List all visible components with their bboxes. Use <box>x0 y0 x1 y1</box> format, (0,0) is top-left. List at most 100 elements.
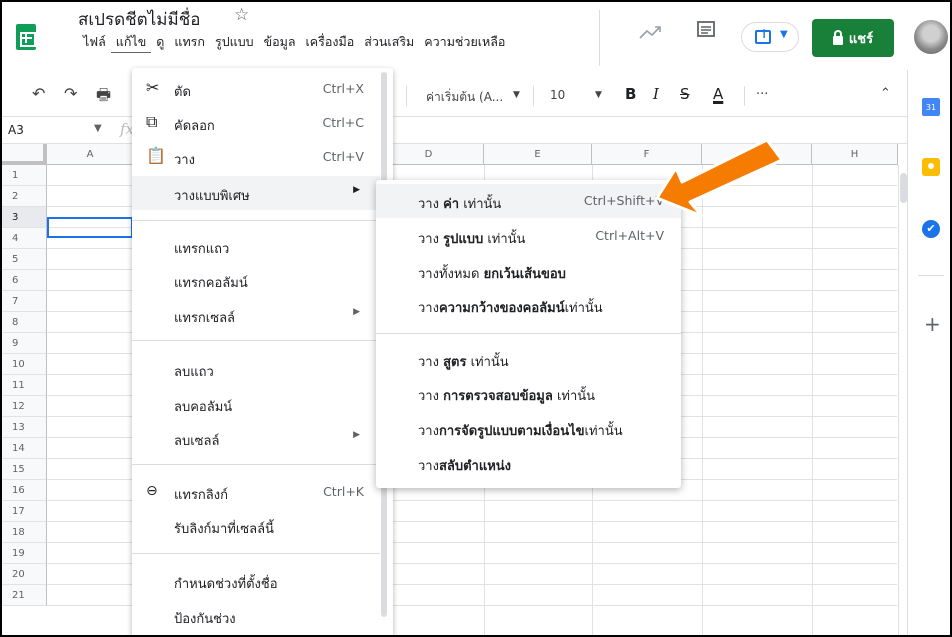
row-header[interactable]: 1 <box>2 165 47 186</box>
menu-view[interactable]: ดู <box>151 32 169 53</box>
column-header-h[interactable]: H <box>812 144 898 165</box>
row-header[interactable]: 11 <box>2 375 47 396</box>
add-addon-icon[interactable]: + <box>924 312 941 336</box>
row-header[interactable]: 6 <box>2 270 47 291</box>
menu-item-label: กำหนดช่วงที่ตั้งชื่อ <box>174 577 278 592</box>
column-header-f[interactable]: F <box>592 144 702 165</box>
submenu-item-paste-column-width[interactable]: วางความกว้างของคอลัมน์เท่านั้น <box>376 288 681 322</box>
menu-item-delete-column[interactable]: ลบคอลัมน์ <box>132 387 380 421</box>
menu-item-paste-special[interactable]: วางแบบพิเศษ ▶ <box>132 176 380 210</box>
menu-help[interactable]: ความช่วยเหลือ <box>419 32 510 53</box>
column-header-g[interactable]: G <box>702 144 812 165</box>
menu-tools[interactable]: เครื่องมือ <box>301 32 360 53</box>
menu-format[interactable]: รูปแบบ <box>210 32 259 53</box>
menu-item-get-link[interactable]: รับลิงก์มาที่เซลล์นี้ <box>132 509 380 543</box>
more-options-button[interactable]: ··· <box>756 87 768 102</box>
comment-icon[interactable] <box>696 20 716 40</box>
sheets-logo-icon[interactable] <box>16 24 36 50</box>
submenu-item-paste-values-only[interactable]: วาง ค่า เท่านั้น Ctrl+Shift+V <box>376 184 681 218</box>
submenu-arrow-icon: ▶ <box>353 307 360 317</box>
undo-icon[interactable]: ↶ <box>32 84 45 103</box>
menu-item-insert-cells[interactable]: แทรกเซลล์ ▶ <box>132 298 380 332</box>
column-header-a[interactable]: A <box>47 144 134 165</box>
bold-button[interactable]: B <box>625 85 636 103</box>
menu-divider <box>132 340 380 341</box>
row-header[interactable]: 10 <box>2 354 47 375</box>
row-header[interactable]: 16 <box>2 480 47 501</box>
row-header[interactable]: 9 <box>2 333 47 354</box>
menu-addons[interactable]: ส่วนเสริม <box>359 32 419 53</box>
menu-item-label: วาง <box>174 153 195 168</box>
chevron-down-icon[interactable]: ▼ <box>595 90 602 100</box>
submenu-item-paste-transpose[interactable]: วางสลับตำแหน่ง <box>376 446 681 480</box>
italic-button[interactable]: I <box>653 85 659 103</box>
row-header[interactable]: 18 <box>2 522 47 543</box>
menu-item-insert-link[interactable]: ⊖ แทรกลิงก์ Ctrl+K <box>132 475 380 509</box>
row-header[interactable]: 4 <box>2 228 47 249</box>
strikethrough-button[interactable]: S <box>680 85 690 103</box>
submenu-item-label: วางสลับตำแหน่ง <box>418 459 512 474</box>
menu-item-delete-row[interactable]: ลบแถว <box>132 352 380 386</box>
menu-item-delete-cells[interactable]: ลบเซลล์ ▶ <box>132 421 380 455</box>
share-label: แชร์ <box>848 31 874 47</box>
submenu-item-paste-format-only[interactable]: วาง รูปแบบ เท่านั้น Ctrl+Alt+V <box>376 219 681 253</box>
row-header[interactable]: 7 <box>2 291 47 312</box>
submenu-item-label: วางการจัดรูปแบบตามเงื่อนไขเท่านั้น <box>418 424 623 439</box>
name-box[interactable]: A3 <box>8 123 24 137</box>
row-header[interactable]: 12 <box>2 396 47 417</box>
font-family-select[interactable]: ค่าเริ่มต้น (A... <box>426 88 503 107</box>
submenu-item-paste-data-validation[interactable]: วาง การตรวจสอบข้อมูล เท่านั้น <box>376 376 681 410</box>
document-title[interactable]: สเปรดชีตไม่มีชื่อ <box>78 6 200 33</box>
row-header[interactable]: 21 <box>2 585 47 606</box>
menu-item-named-range[interactable]: กำหนดช่วงที่ตั้งชื่อ <box>132 564 380 598</box>
present-button[interactable]: ▼ <box>741 22 799 52</box>
tasks-icon[interactable]: ✔ <box>922 220 940 238</box>
menu-edit[interactable]: แก้ไข <box>110 32 152 53</box>
menu-item-label: แทรกแถว <box>174 242 230 257</box>
select-all-corner[interactable] <box>2 144 47 165</box>
redo-icon[interactable]: ↷ <box>64 84 77 103</box>
menu-item-cut[interactable]: ✂ ตัด Ctrl+X <box>132 72 380 106</box>
menu-item-insert-column[interactable]: แทรกคอลัมน์ <box>132 263 380 297</box>
submenu-item-paste-conditional-format[interactable]: วางการจัดรูปแบบตามเงื่อนไขเท่านั้น <box>376 411 681 445</box>
menu-divider <box>132 464 380 465</box>
selected-cell[interactable] <box>47 217 133 238</box>
row-header[interactable]: 2 <box>2 186 47 207</box>
row-header[interactable]: 8 <box>2 312 47 333</box>
avatar[interactable] <box>914 20 948 54</box>
share-button[interactable]: แชร์ <box>812 19 894 57</box>
row-header[interactable]: 15 <box>2 459 47 480</box>
menu-insert[interactable]: แทรก <box>169 32 210 53</box>
font-size-select[interactable]: 10 <box>550 88 565 102</box>
chevron-down-icon[interactable]: ▼ <box>94 123 102 134</box>
activity-trend-icon[interactable] <box>638 24 664 42</box>
submenu-item-paste-formula-only[interactable]: วาง สูตร เท่านั้น <box>376 342 681 376</box>
print-icon[interactable]: 🖶 <box>96 84 111 111</box>
scrollbar-thumb[interactable] <box>900 173 907 203</box>
menu-item-copy[interactable]: ⧉ คัดลอก Ctrl+C <box>132 106 380 140</box>
menu-file[interactable]: ไฟล์ <box>78 32 111 53</box>
submenu-item-paste-all-except-borders[interactable]: วางทั้งหมด ยกเว้นเส้นขอบ <box>376 254 681 288</box>
row-header[interactable]: 17 <box>2 501 47 522</box>
row-header[interactable]: 14 <box>2 438 47 459</box>
menu-item-insert-row[interactable]: แทรกแถว <box>132 229 380 263</box>
submenu-item-shortcut: Ctrl+Alt+V <box>595 228 664 243</box>
text-color-button[interactable]: A <box>713 85 723 103</box>
row-header[interactable]: 13 <box>2 417 47 438</box>
calendar-icon[interactable]: 31 <box>922 98 940 116</box>
menu-item-paste[interactable]: 📋 วาง Ctrl+V <box>132 140 380 174</box>
column-header-e[interactable]: E <box>484 144 592 165</box>
row-header[interactable]: 3 <box>2 207 47 228</box>
vertical-scrollbar[interactable] <box>898 165 907 635</box>
row-header[interactable]: 5 <box>2 249 47 270</box>
row-header[interactable]: 20 <box>2 564 47 585</box>
toolbar-divider <box>533 86 534 106</box>
menu-item-protect-range[interactable]: ป้องกันช่วง <box>132 599 380 633</box>
row-header[interactable]: 19 <box>2 543 47 564</box>
chevron-down-icon[interactable]: ▼ <box>513 90 520 100</box>
collapse-toolbar-icon[interactable]: ⌃ <box>880 86 891 101</box>
menu-data[interactable]: ข้อมูล <box>259 32 301 53</box>
star-icon[interactable]: ☆ <box>234 5 249 25</box>
app-window: สเปรดชีตไม่มีชื่อ ☆ ไฟล์ แก้ไข ดู แทรก ร… <box>0 0 952 637</box>
keep-icon[interactable] <box>922 158 940 176</box>
